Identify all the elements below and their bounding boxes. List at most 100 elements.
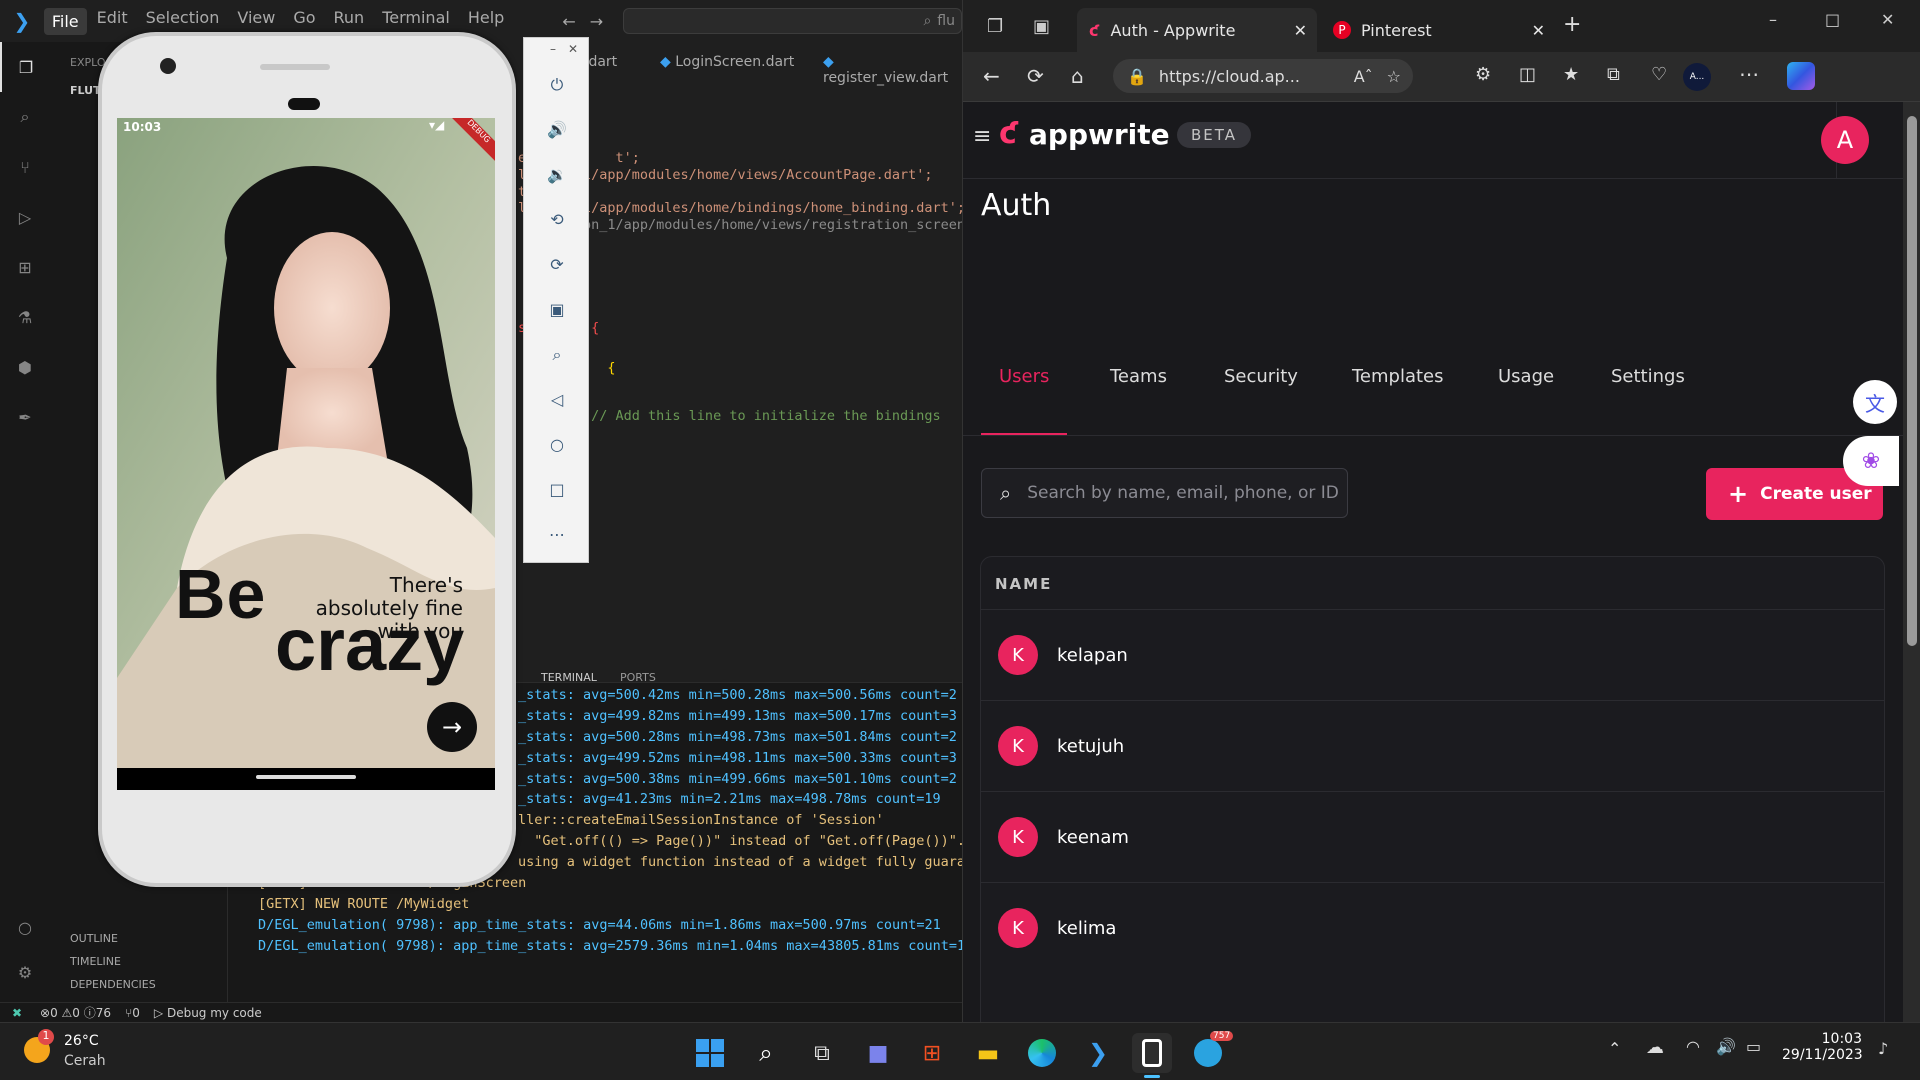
table-row[interactable]: K kelapan xyxy=(981,609,1884,700)
source-control-icon[interactable]: ⑂ xyxy=(0,142,50,192)
volume-up-icon[interactable]: 🔊 xyxy=(524,107,590,152)
tab-usage[interactable]: Usage xyxy=(1498,366,1554,387)
rotate-right-icon[interactable]: ⟳ xyxy=(524,242,590,287)
emulator-icon[interactable] xyxy=(1132,1033,1172,1073)
user-name[interactable]: kelima xyxy=(1057,918,1116,939)
assistant-icon[interactable]: ❀ xyxy=(1843,436,1899,486)
extensions-icon[interactable]: ⚙ xyxy=(1475,64,1491,85)
read-aloud-icon[interactable]: Aˆ xyxy=(1354,67,1373,86)
window-minimize-icon[interactable]: – xyxy=(1769,10,1777,29)
scrollbar-thumb[interactable] xyxy=(1907,116,1917,646)
editor-tab[interactable]: ◆ LoginScreen.dart xyxy=(660,54,794,70)
tab-teams[interactable]: Teams xyxy=(1110,366,1167,387)
tab-close-icon[interactable]: ✕ xyxy=(1294,21,1307,40)
explorer-icon[interactable]: ❐ xyxy=(0,42,50,92)
volume-down-icon[interactable]: 🔉 xyxy=(524,152,590,197)
volume-icon[interactable]: 🔊 xyxy=(1716,1037,1736,1056)
tab-actions-icon[interactable]: ▣ xyxy=(1033,16,1050,37)
command-center-search[interactable]: ⌕ flu xyxy=(623,8,962,34)
menu-help[interactable]: Help xyxy=(468,8,504,35)
tab-close-icon[interactable]: ✕ xyxy=(1532,21,1545,40)
file-explorer-icon[interactable]: ▬ xyxy=(968,1033,1008,1073)
address-bar[interactable]: 🔒 https://cloud.ap... Aˆ ☆ xyxy=(1113,59,1413,93)
more-icon[interactable]: ⋯ xyxy=(524,512,590,557)
refresh-icon[interactable]: ⟳ xyxy=(1027,64,1044,88)
vscode-icon[interactable]: ❯ xyxy=(1078,1033,1118,1073)
profile-avatar[interactable]: A... xyxy=(1683,63,1711,91)
close-icon[interactable]: ✕ xyxy=(568,42,578,58)
phone-screen[interactable]: 10:03 ▾◢ DEBUG Be There's absolutely fin… xyxy=(117,118,495,790)
weather-widget[interactable]: 1 26°C Cerah xyxy=(24,1029,144,1073)
menu-selection[interactable]: Selection xyxy=(146,8,220,35)
zoom-icon[interactable]: ⌕ xyxy=(524,332,590,377)
camera-icon[interactable]: ▣ xyxy=(524,287,590,332)
split-screen-icon[interactable]: ◫ xyxy=(1519,64,1536,85)
panel-tab-ports[interactable]: PORTS xyxy=(620,671,656,684)
ports-status[interactable]: ⑂0 xyxy=(125,1006,140,1020)
search-icon[interactable]: ⌕ xyxy=(0,92,50,142)
outline-section[interactable]: OUTLINE xyxy=(70,932,118,945)
dependencies-section[interactable]: DEPENDENCIES xyxy=(70,978,156,991)
start-windows-icon[interactable] xyxy=(690,1033,730,1073)
menu-run[interactable]: Run xyxy=(334,8,365,35)
table-row[interactable]: K kelima xyxy=(981,882,1884,973)
testing-icon[interactable]: ⚗ xyxy=(0,292,50,342)
rotate-left-icon[interactable]: ⟲ xyxy=(524,197,590,242)
menu-go[interactable]: Go xyxy=(293,8,315,35)
more-options-icon[interactable]: ⋯ xyxy=(1739,62,1759,86)
favorites-icon[interactable]: ★ xyxy=(1563,64,1579,85)
home-gesture-pill[interactable] xyxy=(256,775,356,779)
battery-icon[interactable]: ▭ xyxy=(1746,1037,1761,1056)
wifi-icon[interactable]: ◠ xyxy=(1686,1037,1700,1056)
window-maximize-icon[interactable]: □ xyxy=(1825,10,1840,29)
python-icon[interactable]: ⬢ xyxy=(0,342,50,392)
lock-icon[interactable]: 🔒 xyxy=(1127,67,1147,86)
tab-users[interactable]: Users xyxy=(999,366,1049,387)
user-name[interactable]: kelapan xyxy=(1057,645,1128,666)
edge-icon[interactable] xyxy=(1022,1033,1062,1073)
favorite-star-icon[interactable]: ☆ xyxy=(1387,67,1401,86)
tab-settings[interactable]: Settings xyxy=(1611,366,1685,387)
debug-status[interactable]: ▷ Debug my code xyxy=(154,1006,262,1020)
task-view-icon[interactable]: ⧉ xyxy=(802,1033,842,1073)
menu-edit[interactable]: Edit xyxy=(97,8,128,35)
chat-icon[interactable]: ■ xyxy=(858,1033,898,1073)
home-icon[interactable]: ○ xyxy=(524,422,590,467)
clock[interactable]: 10:03 29/11/2023 xyxy=(1782,1031,1863,1063)
power-icon[interactable]: ⏻ xyxy=(524,62,590,107)
search-input[interactable]: ⌕ Search by name, email, phone, or ID xyxy=(981,468,1348,518)
browser-essentials-icon[interactable]: ♡ xyxy=(1651,64,1667,85)
account-icon[interactable]: ○ xyxy=(0,902,50,952)
timeline-section[interactable]: TIMELINE xyxy=(70,955,121,968)
back-arrow-icon[interactable]: ← xyxy=(562,12,575,31)
forward-arrow-icon[interactable]: → xyxy=(590,12,603,31)
show-hidden-icons-icon[interactable]: ⌃ xyxy=(1608,1039,1621,1058)
collections-icon[interactable]: ⧉ xyxy=(1607,64,1620,85)
browser-tab-appwrite[interactable]: ƈ Auth - Appwrite ✕ xyxy=(1077,8,1317,52)
overview-icon[interactable]: □ xyxy=(524,467,590,512)
menu-file[interactable]: File xyxy=(43,7,87,35)
workspaces-icon[interactable]: ❐ xyxy=(987,16,1003,37)
back-icon[interactable]: ◁ xyxy=(524,377,590,422)
panel-tab-terminal[interactable]: TERMINAL xyxy=(541,671,597,684)
editor-tab[interactable]: ◆ register_view.dart xyxy=(823,54,962,86)
telegram-icon[interactable]: 757 xyxy=(1188,1031,1234,1073)
project-folder[interactable]: FLUT xyxy=(70,84,101,97)
table-row[interactable]: K ketujuh xyxy=(981,700,1884,791)
extensions-icon[interactable]: ⊞ xyxy=(0,242,50,292)
menu-view[interactable]: View xyxy=(237,8,275,35)
run-debug-icon[interactable]: ▷ xyxy=(0,192,50,242)
tab-templates[interactable]: Templates xyxy=(1352,366,1444,387)
page-scrollbar[interactable] xyxy=(1903,102,1920,1022)
remote-status-icon[interactable]: ✖ xyxy=(0,1006,34,1020)
browser-tab-pinterest[interactable]: P Pinterest ✕ xyxy=(1325,8,1555,52)
store-icon[interactable]: ⊞ xyxy=(912,1033,952,1073)
settings-gear-icon[interactable]: ⚙ xyxy=(0,947,50,997)
onedrive-icon[interactable]: ☁ xyxy=(1646,1037,1664,1058)
notification-bell-icon[interactable]: ♪ xyxy=(1878,1039,1888,1058)
menu-terminal[interactable]: Terminal xyxy=(382,8,450,35)
copilot-icon[interactable] xyxy=(1787,62,1815,90)
minimize-icon[interactable]: – xyxy=(550,42,556,58)
user-name[interactable]: keenam xyxy=(1057,827,1129,848)
translate-icon[interactable]: 文 xyxy=(1853,380,1897,424)
